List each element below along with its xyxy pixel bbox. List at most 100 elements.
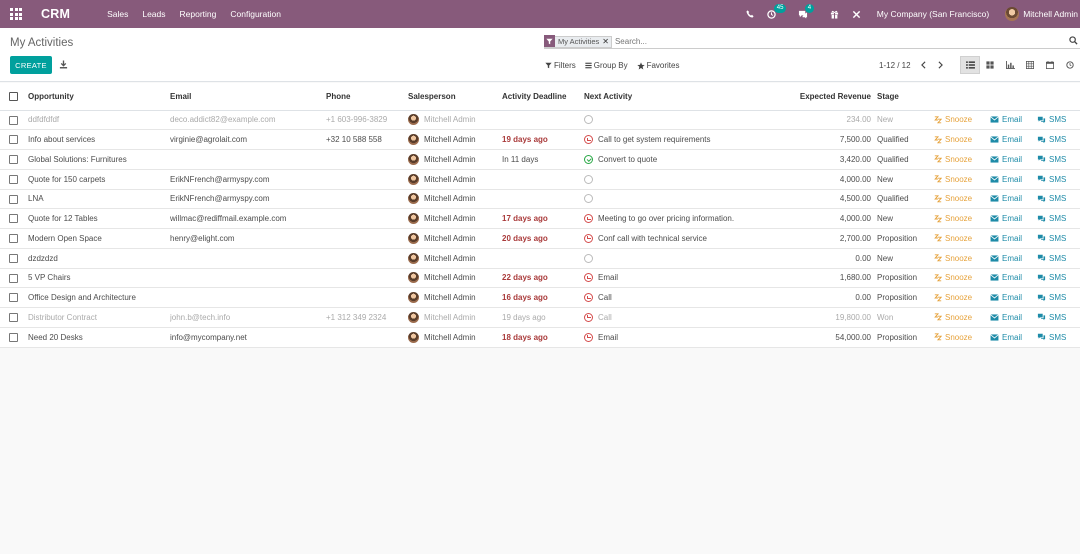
stage-cell[interactable]: Qualified <box>877 149 934 170</box>
activity-status-icon[interactable] <box>584 273 593 283</box>
table-row[interactable]: ddfdfdfdf deco.addict82@example.com +1 6… <box>0 110 1080 131</box>
phone-cell[interactable] <box>326 268 408 289</box>
opportunity-cell[interactable]: Office Design and Architecture <box>28 287 170 308</box>
activity-status-icon[interactable] <box>584 135 593 145</box>
revenue-cell[interactable]: 234.00 <box>779 110 877 131</box>
email-button[interactable]: Email <box>990 194 1037 203</box>
app-brand[interactable]: CRM <box>41 7 70 21</box>
deadline-cell[interactable]: 19 days ago <box>502 129 584 150</box>
sms-button[interactable]: SMS <box>1037 273 1080 282</box>
deadline-cell[interactable]: In 11 days <box>502 149 584 170</box>
email-button[interactable]: Email <box>990 333 1037 342</box>
phone-icon[interactable] <box>746 10 754 18</box>
phone-cell[interactable] <box>326 189 408 210</box>
opportunity-cell[interactable]: Info about services <box>28 129 170 150</box>
menu-sales[interactable]: Sales <box>107 9 128 19</box>
create-button[interactable]: CREATE <box>10 56 52 74</box>
activity-status-icon[interactable] <box>584 174 593 184</box>
salesperson-cell[interactable]: Mitchell Admin <box>408 208 502 229</box>
opportunity-cell[interactable]: dzdzdzd <box>28 248 170 269</box>
menu-reporting[interactable]: Reporting <box>180 9 217 19</box>
snooze-button[interactable]: Snooze <box>934 115 990 124</box>
messages-icon[interactable]: 4 <box>798 3 815 19</box>
sms-button[interactable]: SMS <box>1037 135 1080 144</box>
col-next-activity[interactable]: Next Activity <box>584 83 779 111</box>
row-checkbox[interactable] <box>9 194 18 204</box>
row-checkbox[interactable] <box>9 313 18 323</box>
salesperson-cell[interactable]: Mitchell Admin <box>408 110 502 131</box>
email-cell[interactable] <box>170 287 326 308</box>
stage-cell[interactable]: New <box>877 208 934 229</box>
email-cell[interactable]: virginie@agrolait.com <box>170 129 326 150</box>
col-activity-deadline[interactable]: Activity Deadline <box>502 83 584 111</box>
snooze-button[interactable]: Snooze <box>934 194 990 203</box>
email-cell[interactable]: john.b@tech.info <box>170 307 326 328</box>
table-row[interactable]: Quote for 150 carpets ErikNFrench@armysp… <box>0 169 1080 190</box>
download-icon[interactable] <box>59 60 68 71</box>
opportunity-cell[interactable]: Quote for 150 carpets <box>28 169 170 190</box>
deadline-cell[interactable] <box>502 189 584 210</box>
stage-cell[interactable]: Proposition <box>877 287 934 308</box>
menu-leads[interactable]: Leads <box>142 9 165 19</box>
salesperson-cell[interactable]: Mitchell Admin <box>408 169 502 190</box>
email-button[interactable]: Email <box>990 313 1037 322</box>
snooze-button[interactable]: Snooze <box>934 175 990 184</box>
salesperson-cell[interactable]: Mitchell Admin <box>408 149 502 170</box>
revenue-cell[interactable]: 2,700.00 <box>779 228 877 249</box>
row-checkbox[interactable] <box>9 293 18 303</box>
favorites-toggle[interactable]: Favorites <box>636 61 679 70</box>
activity-clock-icon[interactable]: 45 <box>767 3 787 19</box>
snooze-button[interactable]: Snooze <box>934 135 990 144</box>
calendar-view-icon[interactable] <box>1040 56 1060 74</box>
salesperson-cell[interactable]: Mitchell Admin <box>408 327 502 348</box>
revenue-cell[interactable]: 4,500.00 <box>779 189 877 210</box>
email-button[interactable]: Email <box>990 175 1037 184</box>
groupby-toggle[interactable]: Group By <box>585 61 628 70</box>
phone-cell[interactable] <box>326 149 408 170</box>
next-activity-cell[interactable]: Email <box>584 268 779 289</box>
email-cell[interactable]: deco.addict82@example.com <box>170 110 326 131</box>
col-salesperson[interactable]: Salesperson <box>408 83 502 111</box>
next-activity-cell[interactable]: Meeting to go over pricing information. <box>584 208 779 229</box>
sms-button[interactable]: SMS <box>1037 194 1080 203</box>
row-checkbox[interactable] <box>9 332 18 342</box>
revenue-cell[interactable]: 54,000.00 <box>779 327 877 348</box>
facet-remove-icon[interactable]: ✕ <box>602 37 611 46</box>
opportunity-cell[interactable]: Distributor Contract <box>28 307 170 328</box>
activity-status-icon[interactable] <box>584 332 593 342</box>
snooze-button[interactable]: Snooze <box>934 313 990 322</box>
phone-cell[interactable] <box>326 228 408 249</box>
salesperson-cell[interactable]: Mitchell Admin <box>408 307 502 328</box>
revenue-cell[interactable]: 7,500.00 <box>779 129 877 150</box>
deadline-cell[interactable]: 17 days ago <box>502 208 584 229</box>
list-view-icon[interactable] <box>960 56 980 74</box>
email-cell[interactable]: henry@elight.com <box>170 228 326 249</box>
gift-icon[interactable] <box>830 10 839 19</box>
pivot-view-icon[interactable] <box>1020 56 1040 74</box>
revenue-cell[interactable]: 0.00 <box>779 248 877 269</box>
revenue-cell[interactable]: 4,000.00 <box>779 208 877 229</box>
sms-button[interactable]: SMS <box>1037 293 1080 302</box>
email-cell[interactable]: ErikNFrench@armyspy.com <box>170 189 326 210</box>
snooze-button[interactable]: Snooze <box>934 273 990 282</box>
activity-status-icon[interactable] <box>584 312 593 322</box>
search-icon[interactable] <box>1069 36 1078 47</box>
salesperson-cell[interactable]: Mitchell Admin <box>408 129 502 150</box>
next-activity-cell[interactable] <box>584 110 779 131</box>
sms-button[interactable]: SMS <box>1037 115 1080 124</box>
activity-status-icon[interactable] <box>584 194 593 204</box>
email-cell[interactable]: info@mycompany.net <box>170 327 326 348</box>
salesperson-cell[interactable]: Mitchell Admin <box>408 268 502 289</box>
user-menu[interactable]: Mitchell Admin <box>1023 9 1078 19</box>
pager-next-icon[interactable] <box>937 61 944 71</box>
deadline-cell[interactable]: 20 days ago <box>502 228 584 249</box>
snooze-button[interactable]: Snooze <box>934 293 990 302</box>
next-activity-cell[interactable]: Call <box>584 307 779 328</box>
email-button[interactable]: Email <box>990 234 1037 243</box>
table-row[interactable]: LNA ErikNFrench@armyspy.com Mitchell Adm… <box>0 189 1080 210</box>
activity-view-icon[interactable] <box>1060 56 1080 74</box>
company-switcher[interactable]: My Company (San Francisco) <box>877 9 989 19</box>
opportunity-cell[interactable]: ddfdfdfdf <box>28 110 170 131</box>
revenue-cell[interactable]: 19,800.00 <box>779 307 877 328</box>
col-phone[interactable]: Phone <box>326 83 408 111</box>
